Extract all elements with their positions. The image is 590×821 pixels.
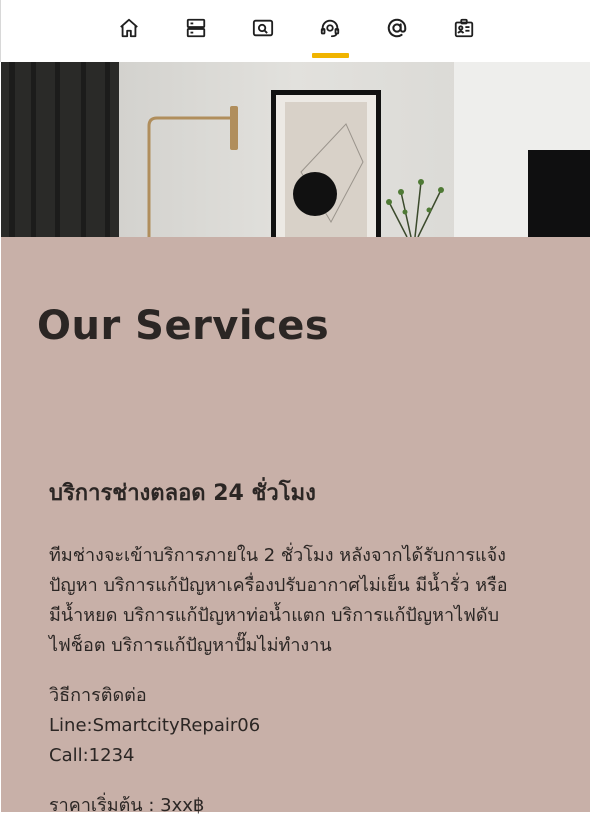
description-line: มีน้ำหยด บริการแก้ปัญหาท่อน้ำแตก บริการแ…	[49, 605, 500, 626]
contact-card-icon	[453, 17, 475, 43]
service-title: บริการช่างตลอด 24 ชั่วโมง	[49, 481, 316, 506]
description-line: ไฟช็อต บริการแก้ปัญหาปั๊มไม่ทำงาน	[49, 635, 332, 656]
contact-info: วิธีการติดต่อ Line:SmartcityRepair06 Cal…	[49, 681, 260, 771]
nav-profile[interactable]	[446, 12, 482, 48]
description-line: ปัญหา บริการแก้ปัญหาเครื่องปรับอากาศไม่เ…	[49, 575, 508, 596]
search-window-icon	[252, 17, 274, 43]
nav-contact-email[interactable]	[379, 12, 415, 48]
home-icon	[118, 17, 140, 43]
nav-support[interactable]	[312, 12, 348, 48]
nav-home[interactable]	[111, 12, 147, 48]
hero-image	[1, 62, 590, 237]
line-contact: Line:SmartcityRepair06	[49, 715, 261, 736]
section-title: Our Services	[37, 303, 330, 349]
starting-price: ราคาเริ่มต้น : 3xx฿	[49, 795, 205, 816]
nav-search[interactable]	[245, 12, 281, 48]
contact-heading: วิธีการติดต่อ	[49, 685, 147, 706]
nav-services-list[interactable]	[178, 12, 214, 48]
support-agent-icon	[319, 17, 341, 43]
active-tab-indicator	[312, 53, 349, 58]
services-section: Our Services บริการช่างตลอด 24 ชั่วโมง ท…	[1, 237, 590, 816]
top-navigation	[0, 0, 590, 62]
service-description: ทีมช่างจะเข้าบริการภายใน 2 ชั่วโมง หลังจ…	[49, 541, 554, 661]
server-icon	[185, 17, 207, 43]
at-sign-icon	[386, 17, 408, 43]
phone-contact: Call:1234	[49, 745, 135, 766]
description-line: ทีมช่างจะเข้าบริการภายใน 2 ชั่วโมง หลังจ…	[49, 545, 506, 566]
